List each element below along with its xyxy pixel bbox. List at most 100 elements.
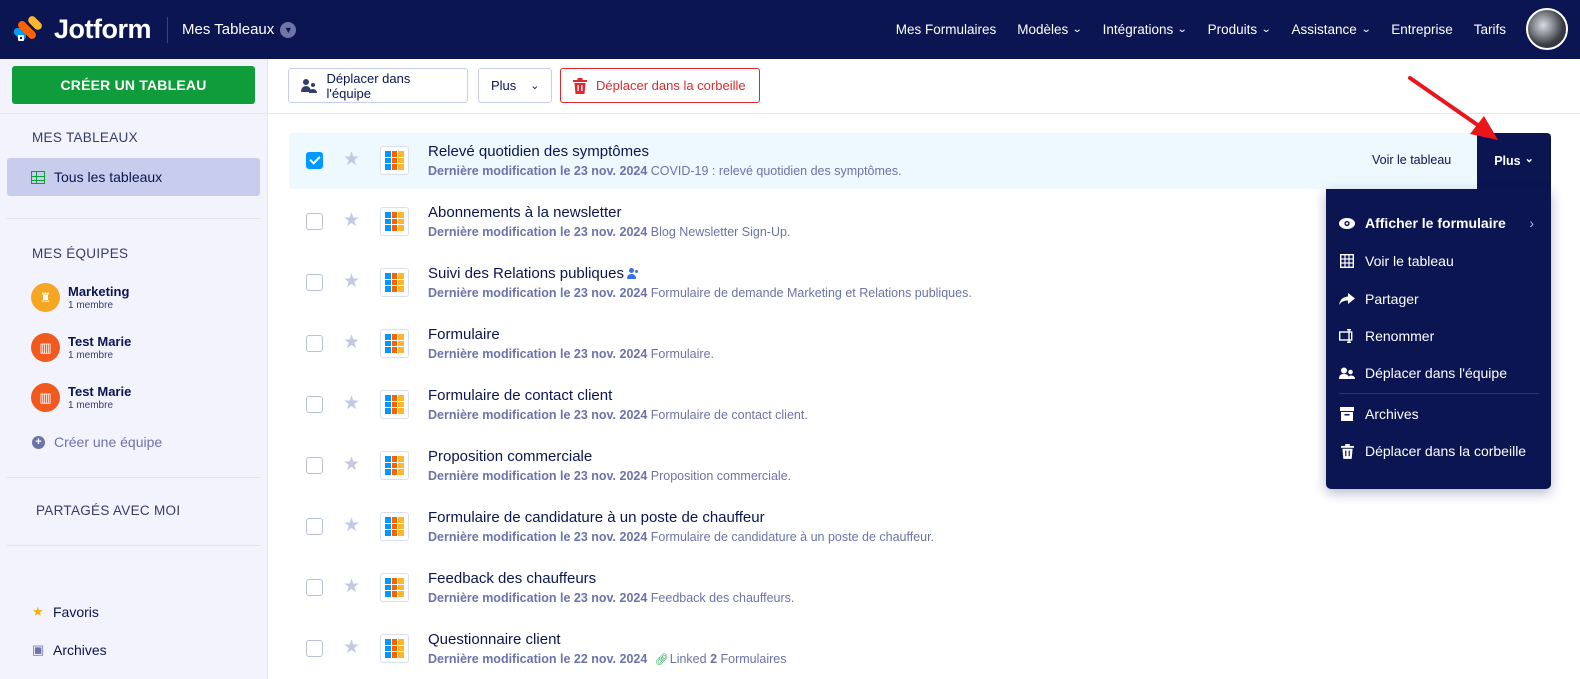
row-checkbox[interactable] (306, 518, 323, 535)
shared-with-me-heading[interactable]: PARTAGÉS AVEC MOI (36, 503, 180, 518)
table-app-icon (380, 634, 409, 663)
sidebar-item-all-tables[interactable]: Tous les tableaux (7, 158, 260, 196)
linked-label: Linked (669, 652, 707, 666)
move-to-trash-button[interactable]: Déplacer dans la corbeille (560, 68, 760, 103)
table-subtitle: Dernière modification le 23 nov. 2024 Fo… (428, 286, 972, 300)
favorite-star-icon[interactable]: ★ (343, 209, 360, 232)
table-title[interactable]: Formulaire (428, 326, 500, 343)
create-team-label: Créer une équipe (54, 434, 163, 450)
menu-item-rename[interactable]: Renommer (1339, 328, 1539, 344)
table-app-icon (380, 268, 409, 297)
sidebar-item-favorites[interactable]: ★ Favoris (32, 604, 99, 620)
sidebar-team-test-marie[interactable]: ▥ Test Marie 1 membre (31, 333, 131, 362)
table-title[interactable]: Proposition commerciale (428, 448, 592, 465)
nav-produits[interactable]: Produits ⌄ (1208, 22, 1272, 37)
logo-text: Jotform (54, 14, 152, 44)
table-title[interactable]: Formulaire de contact client (428, 387, 612, 404)
nav-label: Tarifs (1473, 22, 1506, 37)
last-modified: Dernière modification le 23 nov. 2024 (428, 347, 648, 361)
favorite-star-icon[interactable]: ★ (343, 331, 360, 354)
table-title[interactable]: Abonnements à la newsletter (428, 204, 621, 221)
nav-integrations[interactable]: Intégrations ⌄ (1103, 22, 1188, 37)
favorite-star-icon[interactable]: ★ (343, 270, 360, 293)
last-modified: Dernière modification le 23 nov. 2024 (428, 164, 648, 178)
chevron-down-icon: ⌄ (1360, 24, 1372, 35)
row-checkbox[interactable] (306, 335, 323, 352)
chevron-down-icon: ⌄ (530, 80, 540, 92)
team-avatar-icon: ▥ (31, 383, 60, 412)
row-checkbox[interactable] (306, 396, 323, 413)
table-app-icon (380, 390, 409, 419)
row-checkbox[interactable] (306, 274, 323, 291)
top-navigation-bar: Jotform Mes Tableaux ▼ Mes Formulaires M… (0, 0, 1580, 59)
menu-item-label: Voir le tableau (1365, 253, 1454, 269)
table-title-text: Abonnements à la newsletter (428, 204, 622, 221)
move-to-team-button[interactable]: Déplacer dans l'équipe (288, 68, 468, 103)
table-toolbar: Déplacer dans l'équipe Plus ⌄ Déplacer d… (268, 59, 1580, 114)
team-members: 1 membre (68, 400, 114, 411)
nav-entreprise[interactable]: Entreprise (1391, 22, 1453, 37)
jotform-logo[interactable]: Jotform (12, 14, 152, 45)
favorite-star-icon[interactable]: ★ (343, 514, 360, 537)
team-members: 1 membre (68, 300, 114, 311)
button-label: Plus (1494, 154, 1521, 168)
sidebar-item-archives[interactable]: ▣ Archives (32, 642, 107, 658)
create-team-link[interactable]: + Créer une équipe (32, 434, 162, 450)
nav-mes-formulaires[interactable]: Mes Formulaires (896, 22, 997, 37)
workspace-selector[interactable]: Mes Tableaux ▼ (182, 21, 297, 38)
table-title[interactable]: Formulaire de candidature à un poste de … (428, 509, 765, 526)
team-move-icon (301, 78, 319, 93)
table-row[interactable]: ★ Feedback des chauffeurs Dernière modific… (289, 560, 1551, 616)
user-avatar[interactable] (1526, 8, 1568, 50)
my-tables-heading: MES TABLEAUX (32, 130, 138, 145)
sidebar-team-test-marie-2[interactable]: ▥ Test Marie 1 membre (31, 383, 131, 412)
table-title[interactable]: Suivi des Relations publiques (428, 265, 639, 282)
row-checkbox[interactable] (306, 457, 323, 474)
linked-forms-link[interactable]: Formulaires (721, 652, 787, 666)
menu-item-show-form[interactable]: Afficher le formulaire › (1339, 215, 1539, 231)
table-row[interactable]: ★ Relevé quotidien des symptômes Dernière … (289, 133, 1551, 189)
more-actions-button[interactable]: Plus ⌄ (478, 68, 552, 103)
table-description: Formulaire. (650, 347, 714, 361)
menu-item-label: Renommer (1365, 328, 1435, 344)
row-checkbox[interactable] (306, 152, 323, 169)
favorite-star-icon[interactable]: ★ (343, 575, 360, 598)
team-avatar-icon: ▥ (31, 333, 60, 362)
table-subtitle: Dernière modification le 23 nov. 2024 Pr… (428, 469, 791, 483)
row-checkbox[interactable] (306, 213, 323, 230)
nav-tarifs[interactable]: Tarifs (1474, 22, 1506, 37)
nav-modeles[interactable]: Modèles ⌄ (1017, 22, 1083, 37)
table-title[interactable]: Questionnaire client (428, 631, 561, 648)
table-app-icon (380, 329, 409, 358)
nav-assistance[interactable]: Assistance ⌄ (1292, 22, 1372, 37)
menu-item-trash[interactable]: Déplacer dans la corbeille (1339, 443, 1539, 459)
favorite-star-icon[interactable]: ★ (343, 636, 360, 659)
row-checkbox[interactable] (306, 640, 323, 657)
favorite-star-icon[interactable]: ★ (343, 148, 360, 171)
menu-item-archive[interactable]: Archives (1339, 406, 1539, 422)
divider (0, 113, 268, 114)
create-table-button[interactable]: CRÉER UN TABLEAU (12, 66, 255, 104)
view-table-button[interactable]: Voir le tableau (1372, 153, 1451, 167)
table-title[interactable]: Relevé quotidien des symptômes (428, 143, 649, 160)
button-label: Déplacer dans l'équipe (326, 70, 411, 101)
sidebar-team-marketing[interactable]: ♜ Marketing 1 membre (31, 283, 129, 312)
menu-item-view-table[interactable]: Voir le tableau (1339, 253, 1539, 269)
nav-label: Mes Formulaires (895, 22, 997, 37)
team-members: 1 membre (68, 350, 114, 361)
chevron-down-icon: ⌄ (1176, 24, 1188, 35)
last-modified: Dernière modification le 23 nov. 2024 (428, 591, 648, 605)
menu-item-move-to-team[interactable]: Déplacer dans l'équipe (1339, 365, 1539, 381)
nav-divider (167, 16, 168, 43)
chevron-right-icon: › (1529, 215, 1534, 231)
shared-users-icon (626, 268, 639, 279)
last-modified: Dernière modification le 23 nov. 2024 (428, 286, 648, 300)
table-row[interactable]: ★ Questionnaire client Dernière modificati… (289, 621, 1551, 677)
table-title[interactable]: Feedback des chauffeurs (428, 570, 596, 587)
favorite-star-icon[interactable]: ★ (343, 392, 360, 415)
trash-icon (573, 77, 587, 94)
row-checkbox[interactable] (306, 579, 323, 596)
favorite-star-icon[interactable]: ★ (343, 453, 360, 476)
table-row[interactable]: ★ Formulaire de candidature à un poste de… (289, 499, 1551, 555)
menu-item-share[interactable]: Partager (1339, 291, 1539, 307)
